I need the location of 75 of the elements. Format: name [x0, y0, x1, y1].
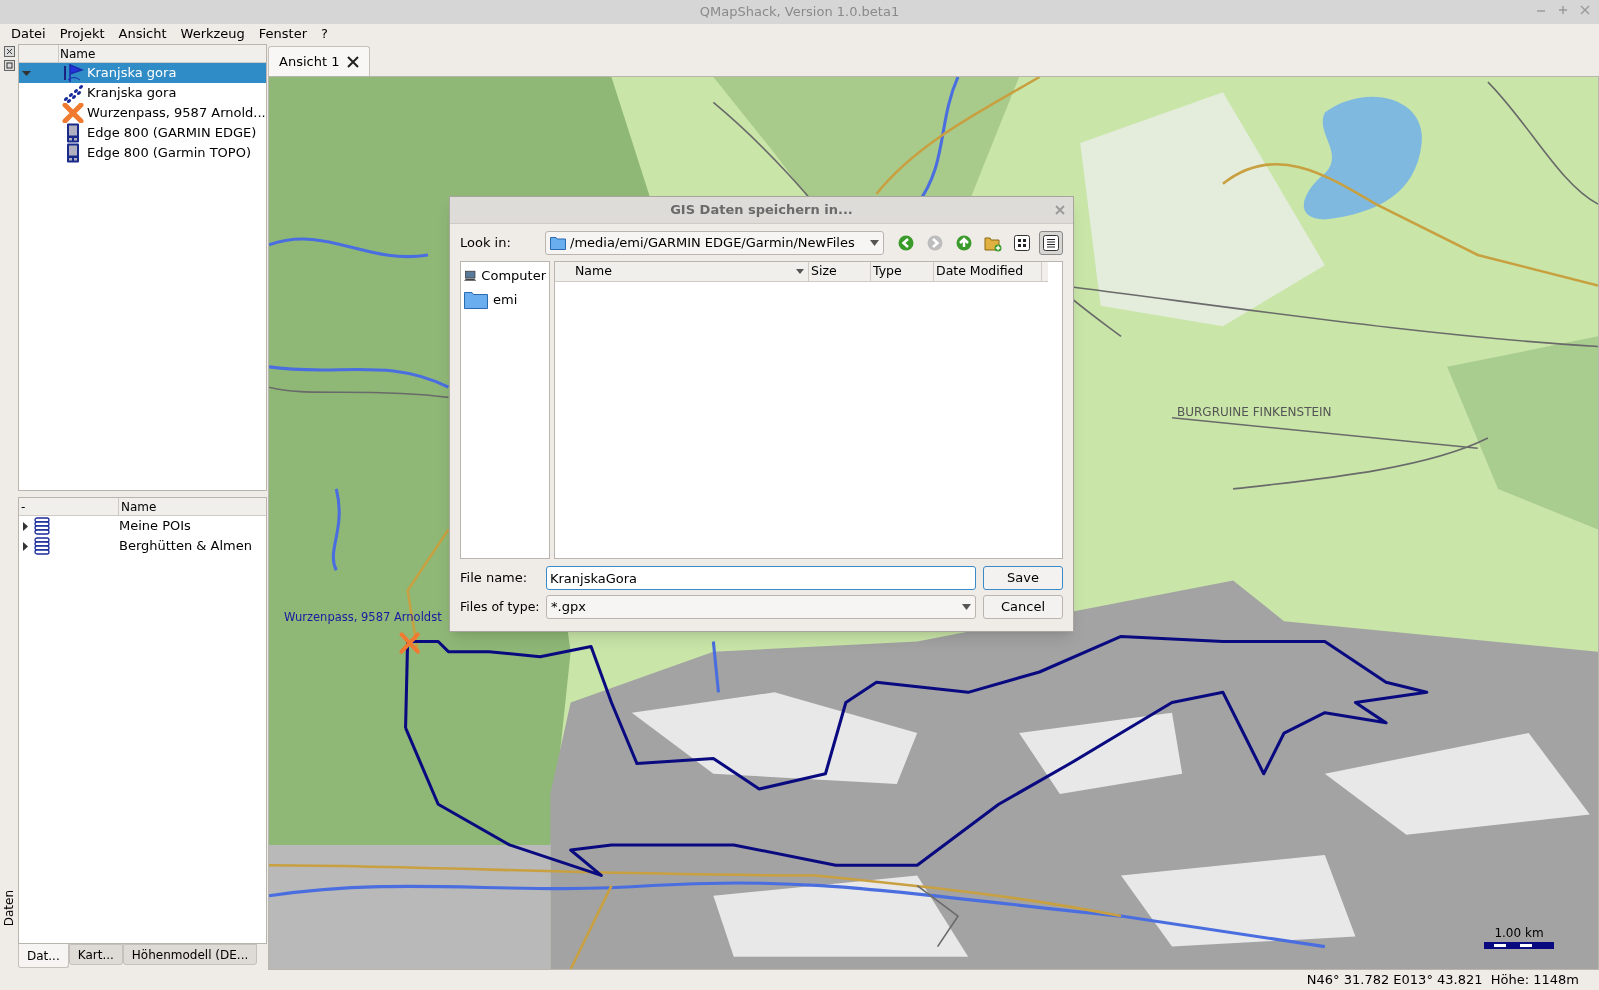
item-name: Wurzenpass, 9587 Arnold... [87, 104, 266, 123]
tree-row[interactable]: Kranjska gora [19, 63, 266, 83]
tree-row[interactable]: Edge 800 (GARMIN EDGE) [19, 123, 266, 143]
file-name-field[interactable]: KranjskaGora [546, 566, 976, 590]
column-header[interactable]: Type [871, 262, 934, 281]
toolbar-button[interactable] [1039, 231, 1063, 255]
dock-title: Daten [1, 889, 17, 926]
item-name: Edge 800 (Garmin TOPO) [87, 144, 251, 163]
column-header[interactable]: Name [119, 498, 159, 515]
dock-tab[interactable]: Höhenmodell (DE... [122, 944, 258, 965]
database-icon [33, 516, 51, 536]
look-in-label: Look in: [460, 234, 512, 253]
dialog-title: GIS Daten speichern in... [670, 201, 853, 220]
cancel-button[interactable]: Cancel [983, 595, 1063, 619]
database-name: Berghütten & Almen [119, 537, 252, 556]
menu-item[interactable]: Projekt [52, 24, 112, 44]
place-label: BURGRUINE FINKENSTEIN [1177, 404, 1332, 421]
path-dropdown[interactable]: /media/emi/GARMIN EDGE/Garmin/NewFiles [545, 231, 884, 255]
column-header[interactable]: Date Modified [934, 262, 1042, 281]
close-dock-icon[interactable] [3, 46, 15, 57]
gps-track[interactable] [404, 634, 1429, 877]
item-name: Edge 800 (GARMIN EDGE) [87, 124, 257, 143]
view-tab[interactable]: Ansicht 1 [268, 46, 371, 76]
dropdown-arrow-icon [962, 604, 971, 610]
window-title: QMapShack, Version 1.0.beta1 [699, 3, 900, 22]
tab-label: Ansicht 1 [279, 52, 340, 71]
new-folder-icon [984, 234, 1002, 252]
menu-item[interactable]: ? [314, 24, 335, 44]
database-row[interactable]: Meine POIs [19, 516, 266, 536]
file-type-label: Files of type: [460, 597, 540, 616]
column-header[interactable]: Name [555, 262, 809, 281]
footprints-icon [62, 83, 84, 103]
place-name: Computer [481, 267, 546, 286]
file-type-dropdown[interactable]: *.gpx [546, 595, 976, 619]
tree-row[interactable]: Wurzenpass, 9587 Arnold... [19, 103, 266, 123]
status-text: N46° 31.782 E013° 43.821 Höhe: 1148m [1306, 971, 1579, 990]
up-arrow-icon [956, 235, 972, 251]
place-name: emi [493, 291, 518, 310]
folder-icon [464, 291, 488, 309]
tree-row[interactable]: Kranjska gora [19, 83, 266, 103]
file-type-value: *.gpx [551, 598, 586, 617]
column-header[interactable]: Size [809, 262, 871, 281]
database-icon [33, 536, 51, 556]
detail-view-icon [1043, 235, 1059, 251]
grid-view-icon [1014, 235, 1030, 251]
scale-label: 1.00 km [1494, 925, 1544, 942]
save-button[interactable]: Save [983, 566, 1063, 590]
dock-tab[interactable]: Kart... [68, 944, 123, 965]
sort-arrow-icon [796, 269, 804, 274]
path-value: /media/emi/GARMIN EDGE/Garmin/NewFiles [570, 234, 856, 253]
database-name: Meine POIs [119, 517, 191, 536]
item-name: Kranjska gora [87, 84, 177, 103]
menu-item[interactable]: Fenster [251, 24, 315, 44]
column-header[interactable]: - [19, 498, 119, 515]
item-name: Kranjska gora [87, 64, 177, 83]
expanded-arrow-icon[interactable] [22, 68, 31, 78]
menu-item[interactable]: Ansicht [111, 24, 174, 44]
menu-item[interactable]: Werkzeug [173, 24, 252, 44]
computer-icon [464, 268, 477, 284]
place-item[interactable]: emi [461, 288, 549, 312]
close-icon[interactable] [347, 55, 360, 68]
waypoint-marker-icon[interactable] [399, 632, 420, 654]
file-name-label: File name: [460, 569, 529, 588]
gpx-flag-icon [62, 63, 84, 83]
float-dock-icon[interactable] [3, 60, 15, 71]
database-row[interactable]: Berghütten & Almen [19, 536, 266, 556]
dropdown-arrow-icon [870, 240, 879, 246]
menu-item[interactable]: Datei [4, 24, 53, 44]
scale-bar-icon [1484, 942, 1554, 949]
place-item[interactable]: Computer [461, 264, 549, 288]
cross-marker-icon [62, 103, 84, 123]
dock-tab[interactable]: Dat... [18, 944, 69, 968]
waypoint-label: Wurzenpass, 9587 Arnoldst [284, 609, 442, 626]
folder-icon [550, 236, 567, 250]
tree-row[interactable]: Edge 800 (Garmin TOPO) [19, 143, 266, 163]
